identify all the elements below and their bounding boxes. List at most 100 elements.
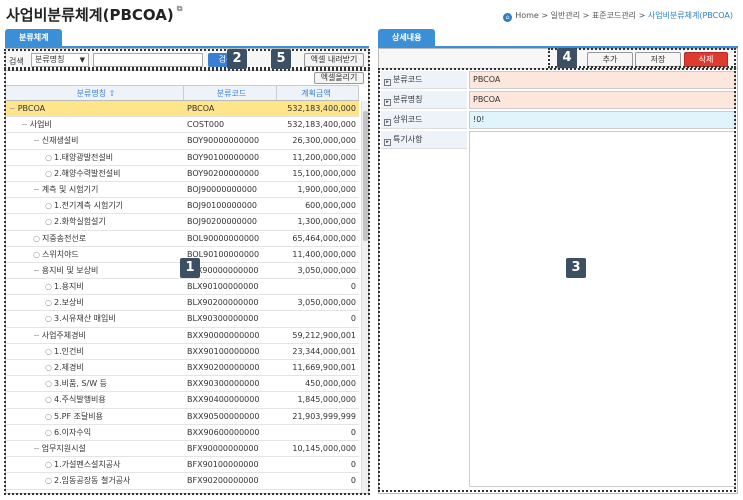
cell-name: ○ 5.PF 조달비용: [6, 409, 184, 424]
cell-name-text: 1.가설펜스설치공사: [53, 460, 121, 470]
leaf-node-icon: ○: [45, 363, 52, 372]
cell-name-text: 5.PF 조달비용: [53, 411, 104, 421]
collapse-node-icon[interactable]: −: [33, 328, 40, 343]
home-icon[interactable]: ⌂: [503, 13, 513, 22]
leaf-node-icon: ○: [45, 298, 52, 308]
field-row-parent: ▸ 상위코드 !0!: [381, 111, 736, 129]
cell-amount: 600,000,000: [305, 201, 356, 211]
table-row[interactable]: − 업무지원시설 BFX90000000000 10,145,000,000: [6, 441, 359, 458]
table-row[interactable]: − 신재생설비 BOY90000000000 26,300,000,000: [6, 133, 359, 150]
cell-amount: 1,300,000,000: [297, 217, 356, 227]
collapse-node-icon[interactable]: −: [33, 263, 40, 278]
table-row[interactable]: ○ 5.PF 조달비용 BXX90500000000 21,903,999,999: [6, 409, 359, 425]
cell-amount: 0: [350, 460, 356, 470]
table-row[interactable]: − PBCOA PBCOA 532,183,400,000: [6, 101, 359, 118]
search-field-select[interactable]: 분류명칭 ▼: [31, 53, 89, 67]
cell-name-text: 사업주체경비: [41, 330, 86, 340]
cell-amount: 0: [350, 314, 356, 324]
cell-code: COST000: [187, 120, 225, 130]
collapse-node-icon[interactable]: −: [33, 182, 40, 197]
table-row[interactable]: − 사업비 COST000 532,183,400,000: [6, 117, 359, 134]
collapse-node-icon[interactable]: −: [33, 133, 40, 148]
cell-name: − 업무지원시설: [6, 441, 184, 456]
tab-classification[interactable]: 분류체계: [5, 29, 63, 47]
leaf-node-icon: ○: [45, 427, 52, 437]
cell-code: BXX90100000000: [187, 346, 260, 356]
table-row[interactable]: ○ 3.시유재산 매입비 BLX90300000000 0: [6, 311, 359, 328]
table-row[interactable]: ○ 4.주식발행비용 BXX90400000000 1,845,000,000: [6, 392, 359, 409]
table-row[interactable]: ○ 2.임동공장동 철거공사 BFX90200000000 0: [6, 473, 359, 490]
collapse-node-icon[interactable]: −: [21, 117, 28, 132]
cell-amount: 15,100,000,000: [292, 168, 356, 178]
field-label: ▸ 분류코드: [381, 71, 467, 89]
breadcrumb-level2[interactable]: 표준코드관리: [592, 11, 636, 20]
collapse-node-icon[interactable]: −: [33, 441, 40, 456]
table-row[interactable]: ○ 1.태양광발전설비 BOY90100000000 11,200,000,000: [6, 150, 359, 166]
cell-code: BOY90000000000: [187, 136, 260, 146]
cell-code: BOJ90100000000: [187, 201, 257, 211]
leaf-node-icon: ○: [45, 476, 52, 486]
memo-textarea[interactable]: [469, 131, 736, 487]
leaf-node-icon: ○: [45, 346, 52, 356]
field-label: ▸ 분류명칭: [381, 91, 467, 109]
table-row[interactable]: − 계측 및 시험기기 BOJ90000000000 1,900,000,000: [6, 182, 359, 199]
cell-amount: 21,903,999,999: [292, 411, 356, 421]
table-row[interactable]: ○ 1.가설펜스설치공사 BFX90100000000 0: [6, 457, 359, 474]
plus-box-icon: ▸: [384, 79, 391, 86]
code-field[interactable]: PBCOA: [469, 71, 736, 89]
leaf-node-icon: ○: [33, 249, 40, 259]
tab-details[interactable]: 상세내용: [378, 29, 436, 47]
cell-name-text: 2.해양수력발전설비: [53, 168, 121, 178]
excel-upload-button[interactable]: 엑셀올리기: [314, 72, 364, 84]
cell-name-text: 2.제경비: [53, 363, 84, 372]
cell-code: BOJ90000000000: [187, 184, 257, 194]
add-button[interactable]: 추가: [587, 52, 633, 67]
table-row[interactable]: ○ 1.인건비 BXX90100000000 23,344,000,001: [6, 344, 359, 360]
cell-code: BXX90400000000: [187, 395, 260, 405]
parent-code-field[interactable]: !0!: [469, 111, 736, 129]
grid-scrollbar[interactable]: [361, 101, 368, 493]
column-header-name[interactable]: 분류명칭 ⇧: [6, 86, 184, 100]
leaf-node-icon: ○: [45, 460, 52, 470]
name-field[interactable]: PBCOA: [469, 91, 736, 109]
column-header-code[interactable]: 분류코드: [184, 86, 277, 100]
save-button[interactable]: 저장: [635, 52, 681, 67]
column-header-amount[interactable]: 계획금액: [277, 86, 359, 100]
cell-code: BLX90200000000: [187, 298, 259, 308]
cell-name: ○ 3.시유재산 매입비: [6, 311, 184, 326]
cell-name: ○ 2.임동공장동 철거공사: [6, 473, 184, 488]
cell-code: BLX90100000000: [187, 282, 259, 292]
search-label: 검색: [9, 57, 24, 66]
cell-amount: 11,669,900,001: [292, 363, 356, 372]
cell-amount: 450,000,000: [305, 379, 356, 389]
breadcrumb-level1[interactable]: 일반관리: [551, 11, 580, 20]
table-row[interactable]: ○ 지중송전선로 BOL90000000000 65,464,000,000: [6, 231, 359, 247]
cell-amount: 11,200,000,000: [292, 152, 356, 162]
table-row[interactable]: ○ 2.보상비 BLX90200000000 3,050,000,000: [6, 295, 359, 312]
page-title: 사업비분류체계(PBCOA) ⧉: [6, 4, 182, 25]
scrollbar-thumb[interactable]: [363, 111, 368, 241]
cell-name-text: 업무지원시설: [41, 443, 86, 453]
table-row[interactable]: ○ 1.용지비 BLX90100000000 0: [6, 279, 359, 296]
table-row[interactable]: ○ 3.비품, S/W 등 BXX90300000000 450,000,000: [6, 376, 359, 393]
table-row[interactable]: ○ 1.전기계측 시험기기 BOJ90100000000 600,000,000: [6, 198, 359, 215]
table-row[interactable]: ○ 2.제경비 BXX90200000000 11,669,900,001: [6, 360, 359, 377]
excel-download-button[interactable]: 엑셀 내려받기: [304, 53, 364, 67]
callout-badge-5: 5: [271, 49, 291, 69]
table-row[interactable]: ○ 6.이자수익 BXX90600000000 0: [6, 425, 359, 441]
table-row[interactable]: − 사업주체경비 BXX90000000000 59,212,900,001: [6, 328, 359, 344]
cell-name-text: 3.시유재산 매입비: [53, 314, 116, 324]
cell-name: ○ 1.인건비: [6, 344, 184, 359]
cell-amount: 23,344,000,001: [292, 346, 356, 356]
table-row[interactable]: ○ 2.화학실험설기 BOJ90200000000 1,300,000,000: [6, 214, 359, 231]
search-input[interactable]: [93, 53, 203, 67]
table-row[interactable]: ○ 2.해양수력발전설비 BOY90200000000 15,100,000,000: [6, 166, 359, 182]
breadcrumb-home[interactable]: Home: [515, 11, 539, 20]
cell-name-text: 1.인건비: [53, 346, 84, 356]
external-link-icon[interactable]: ⧉: [177, 4, 183, 13]
cell-amount: 3,050,000,000: [297, 265, 356, 275]
leaf-node-icon: ○: [45, 217, 52, 227]
field-label-text: 상위코드: [393, 115, 423, 124]
delete-button[interactable]: 삭제: [684, 52, 728, 67]
collapse-node-icon[interactable]: −: [9, 101, 16, 116]
